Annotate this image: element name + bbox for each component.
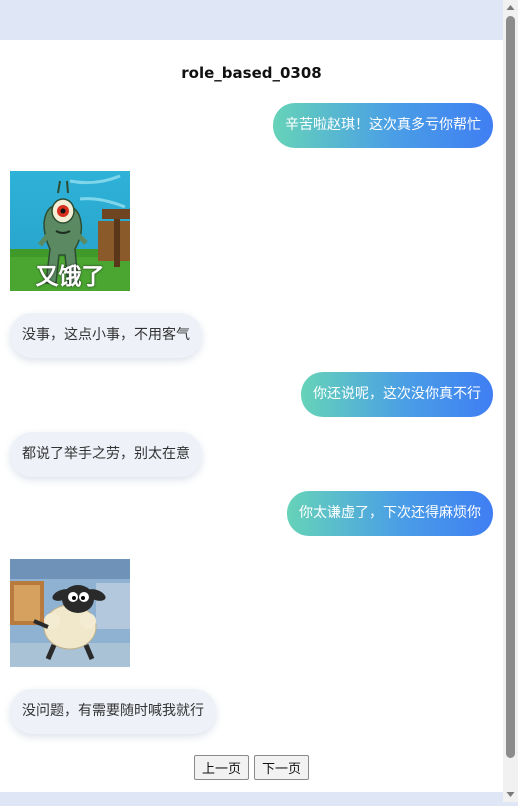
message-bubble-received: 没事，这点小事，不用客气 [10,313,202,358]
page-bottom-band [0,792,503,802]
scrollbar-thumb[interactable] [506,16,515,758]
page-top-band [0,0,503,40]
page-title: role_based_0308 [181,64,322,82]
shaun-the-sheep-sticker-image [10,559,130,667]
prev-page-button[interactable]: 上一页 [193,755,249,780]
message-bubble-sent: 辛苦啦赵琪！这次真多亏你帮忙 [273,103,493,148]
scroll-down-arrow-icon[interactable] [503,787,518,802]
chat-panel: role_based_0308 辛苦啦赵琪！这次真多亏你帮忙 又饿了 没事，这点… [0,40,503,792]
scroll-up-arrow-icon[interactable] [503,0,518,15]
next-page-button[interactable]: 下一页 [254,755,310,780]
message-bubble-sent: 你还说呢，这次没你真不行 [301,372,493,417]
message-bubble-received: 都说了举手之劳，别太在意 [10,432,202,477]
message-bubble-sent: 你太谦虚了，下次还得麻烦你 [287,491,493,536]
message-bubble-received: 没问题，有需要随时喊我就行 [10,689,216,734]
sheep-illustration [10,559,130,667]
pagination: 上一页 下一页 [0,755,503,780]
sticker-caption: 又饿了 [35,264,105,290]
